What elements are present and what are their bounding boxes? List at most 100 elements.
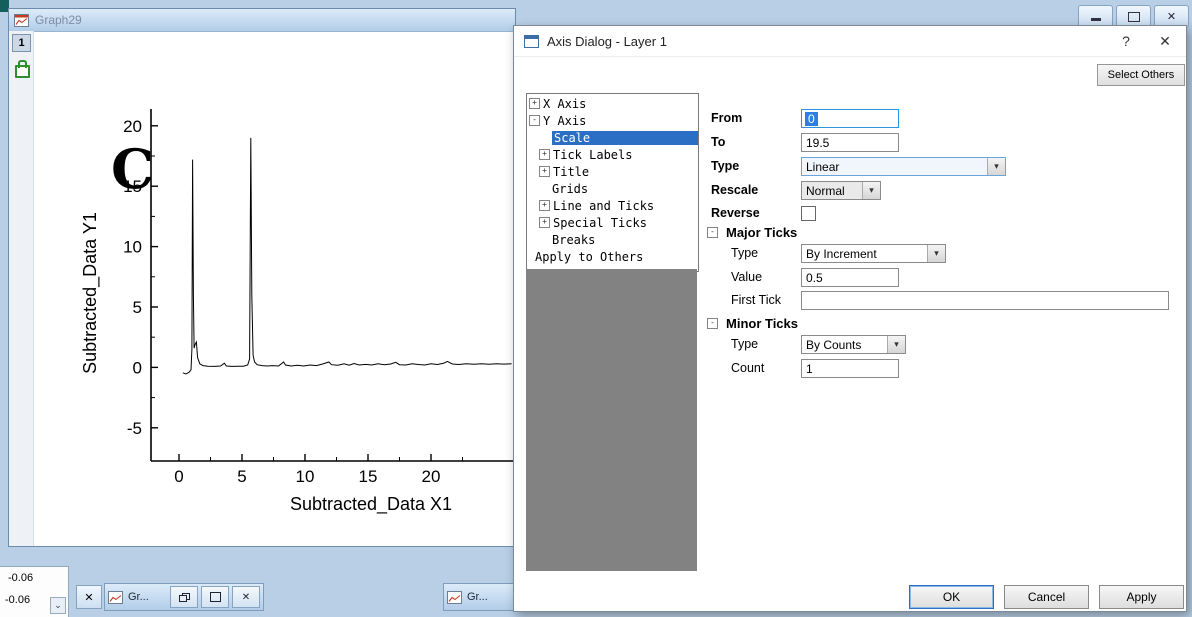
chevron-down-icon: ▾ <box>887 336 905 353</box>
close-icon: ✕ <box>84 591 94 604</box>
collapse-icon[interactable]: - <box>707 227 718 238</box>
tree-item-label: Line and Ticks <box>553 198 655 213</box>
tree-item-label: Title <box>553 164 590 179</box>
tree-item-label: Y Axis <box>543 113 587 128</box>
maximize-button[interactable] <box>201 586 229 608</box>
tree-item-label: Grids <box>552 181 589 196</box>
expand-icon[interactable]: + <box>539 166 550 177</box>
select-others-button[interactable]: Select Others <box>1097 64 1185 86</box>
restore-icon <box>178 592 190 602</box>
expand-icon[interactable]: + <box>539 149 550 160</box>
minor-ticks-header: Minor Ticks <box>726 316 799 331</box>
x-tick-label: 10 <box>296 467 315 486</box>
type-label: Type <box>711 159 740 173</box>
tree-item-breaks[interactable]: Breaks <box>527 231 698 248</box>
maximize-icon <box>1127 11 1140 22</box>
dialog-titlebar[interactable]: Axis Dialog - Layer 1 ? ✕ <box>514 26 1186 57</box>
y-tick-label: -5 <box>127 419 142 438</box>
y-axis-title: Subtracted_Data Y1 <box>80 212 101 374</box>
plot-area[interactable]: 0 5 10 15 20 -5 0 5 10 15 20 Subtracted_Data X1 Subt… <box>33 31 514 545</box>
type-value: Linear <box>806 159 840 174</box>
tree-item-label: Apply to Others <box>535 249 644 264</box>
expand-icon[interactable]: + <box>529 98 540 109</box>
chevron-down-icon: ▾ <box>862 182 880 199</box>
minor-count-input[interactable] <box>801 359 899 378</box>
axis-tree: + X Axis - Y Axis Scale + Tick Labels + Title Gri… <box>526 93 699 272</box>
x-tick-label: 20 <box>422 467 441 486</box>
expand-icon[interactable]: + <box>539 217 550 228</box>
minimized-window-close-button[interactable]: ✕ <box>76 585 102 609</box>
lock-icon <box>15 60 30 78</box>
rescale-label: Rescale <box>711 183 759 197</box>
tree-item-scale[interactable]: Scale <box>527 129 698 146</box>
major-type-dropdown[interactable]: By Increment ▾ <box>801 244 946 263</box>
expand-icon[interactable]: + <box>539 200 550 211</box>
x-axis-title: Subtracted_Data X1 <box>290 494 452 515</box>
tree-item-title[interactable]: + Title <box>527 163 698 180</box>
graph-window-title: Graph29 <box>35 13 82 27</box>
from-value: 0 <box>805 111 818 126</box>
rescale-dropdown[interactable]: Normal ▾ <box>801 181 881 200</box>
collapse-icon[interactable]: - <box>529 115 540 126</box>
to-input[interactable] <box>801 133 899 152</box>
reverse-label: Reverse <box>711 206 760 220</box>
major-ticks-header: Major Ticks <box>726 225 798 240</box>
type-dropdown[interactable]: Linear ▾ <box>801 157 1006 176</box>
y-tick-label: 10 <box>123 238 142 257</box>
tree-item-apply-to-others[interactable]: Apply to Others <box>527 248 698 265</box>
graph-icon <box>108 590 123 604</box>
chevron-down-icon: ▾ <box>987 158 1005 175</box>
reverse-checkbox[interactable] <box>801 206 816 221</box>
graph-window-titlebar[interactable]: Graph29 <box>9 9 515 32</box>
first-tick-input[interactable] <box>801 291 1169 310</box>
collapse-icon[interactable]: - <box>707 318 718 329</box>
axis-value-1: -0.06 <box>8 572 34 584</box>
tree-item-tick-labels[interactable]: + Tick Labels <box>527 146 698 163</box>
major-value-input[interactable] <box>801 268 899 287</box>
tree-item-label: Special Ticks <box>553 215 647 230</box>
tree-item-line-and-ticks[interactable]: + Line and Ticks <box>527 197 698 214</box>
major-type-label: Type <box>731 246 759 260</box>
close-button[interactable]: ✕ <box>232 586 260 608</box>
maximize-icon <box>209 592 221 602</box>
minor-type-value: By Counts <box>806 337 862 352</box>
major-type-value: By Increment <box>806 246 877 261</box>
axis-value-2: -0.06 <box>5 594 31 606</box>
cancel-button[interactable]: Cancel <box>1004 585 1089 609</box>
minimized-window-2[interactable]: Gr... <box>443 583 521 611</box>
scroll-down-button[interactable]: ⌄ <box>50 597 66 614</box>
tree-panel-filler <box>526 269 697 571</box>
graph-window: Graph29 1 0 5 10 15 20 -5 0 5 10 15 20 Subtracted_D… <box>8 8 516 547</box>
minimize-icon <box>1090 18 1101 21</box>
minimized-window-2-title: Gr... <box>467 591 488 603</box>
tree-item-grids[interactable]: Grids <box>527 180 698 197</box>
from-input[interactable]: 0 <box>801 109 899 128</box>
y-tick-label: 5 <box>133 298 142 317</box>
minor-type-dropdown[interactable]: By Counts ▾ <box>801 335 906 354</box>
dialog-close-button[interactable]: ✕ <box>1144 26 1186 56</box>
ok-button[interactable]: OK <box>909 585 994 609</box>
chevron-down-icon: ⌄ <box>54 600 62 610</box>
from-label: From <box>711 111 743 125</box>
to-label: To <box>711 135 726 149</box>
apply-button[interactable]: Apply <box>1099 585 1184 609</box>
x-tick-label: 5 <box>237 467 246 486</box>
restore-button[interactable] <box>170 586 198 608</box>
plot-svg: 0 5 10 15 20-505101520Subtracted_Data X1Subt… <box>80 109 514 515</box>
minimized-window-1-title: Gr... <box>128 591 149 603</box>
x-tick-label: 15 <box>359 467 378 486</box>
first-tick-label: First Tick <box>731 293 781 307</box>
bottom-left-panel: -0.06 -0.06 ⌄ <box>0 566 69 617</box>
tree-item-special-ticks[interactable]: + Special Ticks <box>527 214 698 231</box>
minimized-window-1[interactable]: Gr... ✕ <box>104 583 264 611</box>
tree-item-x-axis[interactable]: + X Axis <box>527 95 698 112</box>
minor-count-label: Count <box>731 361 765 375</box>
dialog-title: Axis Dialog - Layer 1 <box>547 33 667 49</box>
layer-tab-1[interactable]: 1 <box>12 34 31 52</box>
graph-icon <box>447 590 462 604</box>
graph-icon <box>14 13 29 27</box>
tree-item-y-axis[interactable]: -Y Axis <box>527 112 698 129</box>
axis-dialog: Axis Dialog - Layer 1 ? ✕ Select Others … <box>513 25 1187 612</box>
dialog-help-button[interactable]: ? <box>1108 26 1144 56</box>
annotation-c: C <box>111 137 154 201</box>
